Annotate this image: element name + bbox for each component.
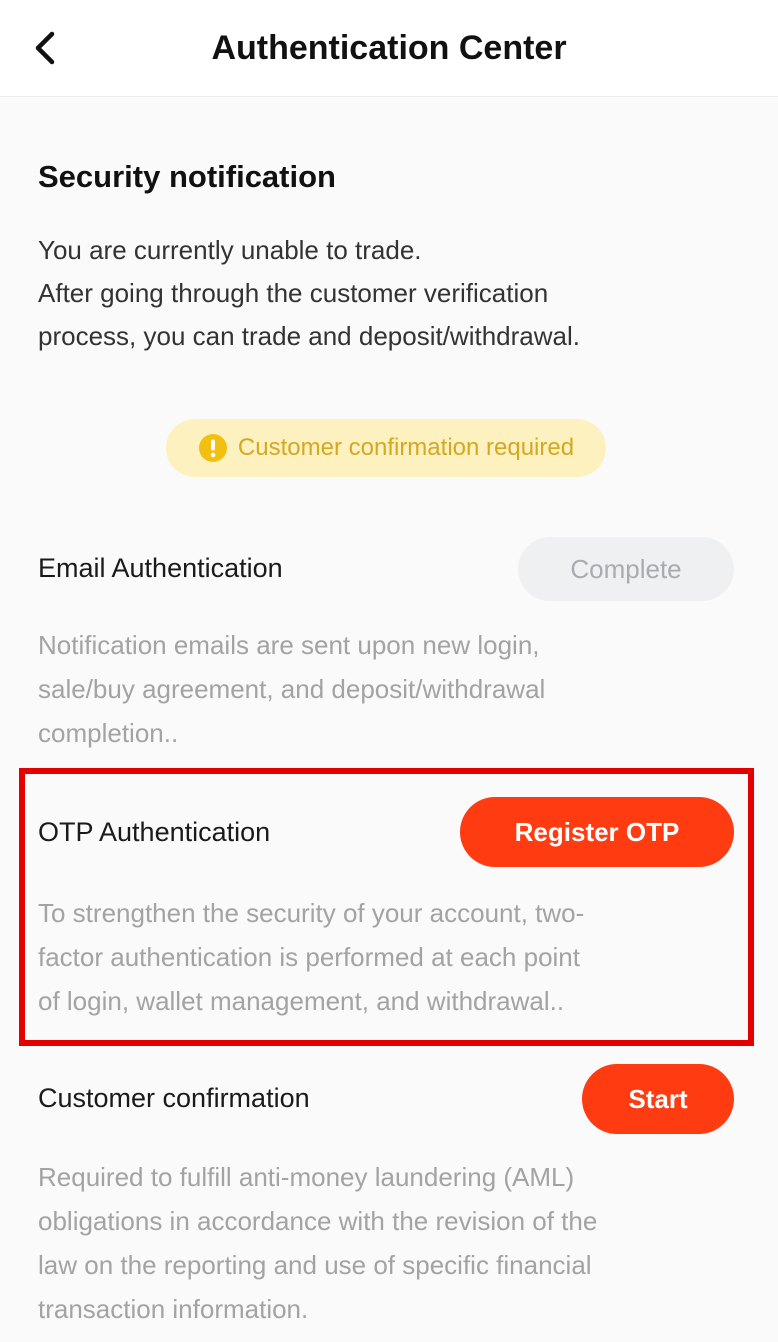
- description-line: Notification emails are sent upon new lo…: [38, 630, 540, 660]
- security-line: You are currently unable to trade.: [38, 235, 422, 265]
- customer-confirmation-title: Customer confirmation: [38, 1083, 310, 1113]
- otp-authentication-description: To strengthen the security of your accou…: [38, 891, 738, 1023]
- page-title: Authentication Center: [211, 29, 567, 67]
- description-line: transaction information.: [38, 1294, 309, 1324]
- description-line: Required to fulfill anti-money launderin…: [38, 1162, 575, 1192]
- otp-authentication-title: OTP Authentication: [38, 817, 271, 847]
- main-content: Security notification You are currently …: [0, 97, 778, 1342]
- description-line: law on the reporting and use of specific…: [38, 1250, 592, 1280]
- security-notification-text: You are currently unable to trade. After…: [38, 229, 738, 358]
- email-authentication-title: Email Authentication: [38, 553, 283, 583]
- customer-confirmation-description: Required to fulfill anti-money launderin…: [38, 1155, 738, 1331]
- description-line: of login, wallet management, and withdra…: [38, 986, 565, 1016]
- description-line: completion..: [38, 718, 179, 748]
- security-notification-title: Security notification: [38, 159, 336, 194]
- authentication-center-page: Authentication Center Security notificat…: [0, 0, 778, 1342]
- security-line: process, you can trade and deposit/withd…: [38, 321, 580, 351]
- description-line: To strengthen the security of your accou…: [38, 898, 585, 928]
- description-line: obligations in accordance with the revis…: [38, 1206, 598, 1236]
- customer-confirmation-required-badge: Customer confirmation required: [166, 419, 606, 477]
- badge-text: Customer confirmation required: [237, 434, 575, 461]
- exclamation-circle-icon: [198, 434, 227, 462]
- start-button[interactable]: Start: [582, 1064, 734, 1134]
- top-app-bar: Authentication Center: [0, 0, 778, 97]
- description-line: sale/buy agreement, and deposit/withdraw…: [38, 674, 546, 704]
- register-otp-button[interactable]: Register OTP: [460, 797, 734, 867]
- description-line: factor authentication is performed at ea…: [38, 942, 580, 972]
- security-line: After going through the customer verific…: [38, 278, 549, 308]
- email-complete-button[interactable]: Complete: [518, 537, 734, 601]
- email-authentication-description: Notification emails are sent upon new lo…: [38, 623, 738, 755]
